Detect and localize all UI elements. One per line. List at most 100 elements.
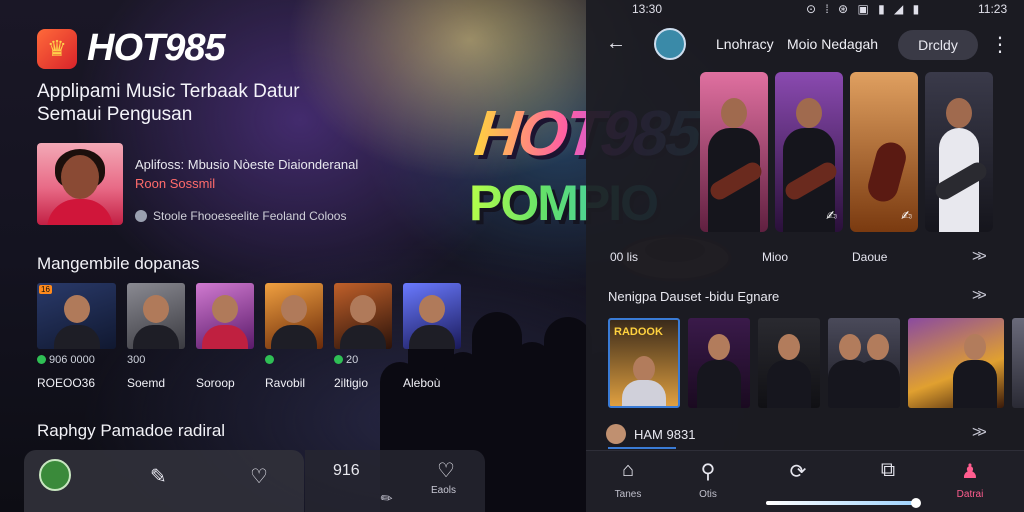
app-bar: ← Lnohracy Moio Nedagah Drcldy ⋮	[586, 26, 1024, 64]
meta-middle: Mioo	[762, 250, 789, 264]
artist-card[interactable]: Aleboù	[403, 283, 461, 390]
artist-card[interactable]: ✍	[775, 72, 843, 232]
nav-home[interactable]: ⌂ Tanes	[598, 459, 658, 501]
card-count: 300	[127, 353, 146, 366]
artist-card[interactable]	[700, 72, 768, 232]
nav-label: Datrai	[956, 489, 984, 500]
progress-knob[interactable]	[911, 498, 921, 508]
nav-label	[858, 489, 918, 501]
nav-search[interactable]: ⚲ Otis	[678, 459, 738, 501]
status-icons: ⊙ ⁞ ⊛ ▣ ▮ ◢ ▮	[806, 2, 923, 16]
record-icon	[135, 210, 147, 222]
mini-player[interactable]: HAM 9831 >>	[606, 424, 1006, 446]
more-icon[interactable]: ⋮	[990, 32, 1010, 57]
card-artwork	[334, 283, 392, 349]
featured-item[interactable]: Aplifoss: Mbusio Nòeste Diaionderanal Ro…	[37, 143, 397, 228]
brand: ♛ HOT985	[37, 27, 226, 70]
home-icon: ⌂	[621, 459, 635, 481]
card-count: 906 0000	[37, 353, 116, 366]
card-label: ROEOO36	[37, 376, 96, 390]
favorites-label: Eaols	[431, 485, 457, 496]
left-bottom-bar: ✎ ♡	[24, 450, 304, 512]
brand-logo-icon: ♛	[37, 28, 77, 69]
card-label: Aleboù	[403, 376, 441, 390]
album-card[interactable]	[1012, 318, 1024, 408]
card-artwork	[196, 283, 254, 349]
chevron-right-icon[interactable]: >>	[972, 424, 987, 442]
album-card[interactable]	[758, 318, 820, 408]
artist-card[interactable]	[925, 72, 993, 232]
album-title: RADOOK	[614, 326, 663, 338]
library-icon: ⧉	[880, 459, 896, 481]
artist-card[interactable]: 16 906 0000 ROEOO36	[37, 283, 116, 390]
nav-label: Otis	[699, 489, 717, 500]
artist-card[interactable]: ✍	[850, 72, 918, 232]
card-artwork: 16	[37, 283, 116, 349]
app-bar-subtitle: Moio Nedagah	[787, 36, 879, 52]
avatar	[606, 424, 626, 444]
status-clock: 11:23	[978, 2, 1008, 16]
artist-card[interactable]: Soroop	[196, 283, 254, 390]
heart-icon[interactable]: ♡	[437, 458, 455, 483]
card-label: 2iltigio	[334, 376, 369, 390]
card-label: Soemd	[127, 376, 166, 390]
phone-panel: 13:30 ⊙ ⁞ ⊛ ▣ ▮ ◢ ▮ 11:23 ← Lnohracy Moi…	[586, 0, 1024, 512]
featured-meta-text: Stoole Fhooeseelite Feoland Coloos	[153, 209, 347, 223]
app-bar-title: Lnohracy	[716, 36, 774, 52]
nav-profile[interactable]: ♟ Datrai	[940, 459, 1000, 501]
playback-progress-bar[interactable]	[766, 498, 921, 508]
status-bar: 13:30 ⊙ ⁞ ⊛ ▣ ▮ ◢ ▮ 11:23	[586, 0, 1024, 20]
featured-artwork	[37, 143, 123, 225]
nav-library[interactable]: ⧉	[858, 459, 918, 501]
nav-label: Tanes	[614, 489, 642, 500]
album-card[interactable]	[908, 318, 1004, 408]
featured-subtitle: Roon Sossmil	[135, 176, 216, 191]
chevron-right-icon[interactable]: >>	[972, 287, 987, 305]
pen-icon[interactable]: ✎	[377, 488, 397, 509]
artist-card[interactable]: 20 2iltigio	[334, 283, 392, 390]
search-icon: ⚲	[700, 461, 716, 483]
nav-discover[interactable]: ⟳	[768, 459, 828, 501]
avatar[interactable]	[39, 459, 71, 491]
selection-indicator	[608, 447, 676, 449]
nav-label	[768, 489, 828, 501]
card-label: Soroop	[196, 376, 235, 390]
featured-meta: Stoole Fhooeseelite Feoland Coloos	[135, 209, 346, 223]
section-title-now-playing: Nenigpa Dauset -bidu Egnare	[608, 289, 780, 304]
album-card[interactable]	[828, 318, 900, 408]
album-card[interactable]	[688, 318, 750, 408]
back-arrow-icon[interactable]: ←	[606, 32, 626, 55]
meta-right: Daoue	[852, 250, 888, 264]
profile-icon: ♟	[961, 461, 979, 483]
counter-value: 916	[333, 462, 360, 479]
section-title-popular: Mangembile dopanas	[37, 254, 200, 273]
refresh-icon: ⟳	[789, 461, 807, 483]
card-label: Ravobil	[265, 376, 306, 390]
artist-row-left: 16 906 0000 ROEOO36 300 Soemd Soroop Rav…	[37, 283, 461, 390]
album-card[interactable]: RADOOK	[608, 318, 680, 408]
card-count: 20	[334, 353, 392, 366]
artist-card[interactable]: 300 Soemd	[127, 283, 185, 390]
card-artwork	[403, 283, 461, 349]
featured-title: Aplifoss: Mbusio Nòeste Diaionderanal	[135, 157, 359, 172]
card-badge: 16	[39, 285, 52, 294]
chat-icon[interactable]: ✎	[150, 464, 167, 489]
artist-carousel: ✍ ✍	[700, 72, 993, 232]
follow-button[interactable]: Drcldy	[898, 30, 978, 60]
bottom-nav: ⌂ Tanes ⚲ Otis ⟳ ⧉ ♟ Datrai	[586, 450, 1024, 512]
mini-player-title: HAM 9831	[634, 427, 696, 442]
card-count	[196, 353, 254, 366]
brand-name: HOT985	[87, 27, 226, 69]
card-artwork	[127, 283, 185, 349]
artist-card[interactable]: Ravobil	[265, 283, 323, 390]
avatar[interactable]	[654, 28, 686, 60]
card-count	[265, 353, 323, 366]
artist-meta-row: 00 lis Mioo Daoue >>	[586, 248, 1024, 270]
playlist-count: 00 lis	[610, 250, 639, 264]
album-row: RADOOK	[608, 318, 1024, 408]
chevron-right-icon[interactable]: >>	[972, 248, 987, 266]
tagline: Applipami Music Terbaak Datur Semaui Pen…	[37, 81, 300, 125]
heart-icon[interactable]: ♡	[250, 464, 268, 489]
card-count	[403, 353, 461, 366]
status-time: 13:30	[632, 2, 663, 16]
